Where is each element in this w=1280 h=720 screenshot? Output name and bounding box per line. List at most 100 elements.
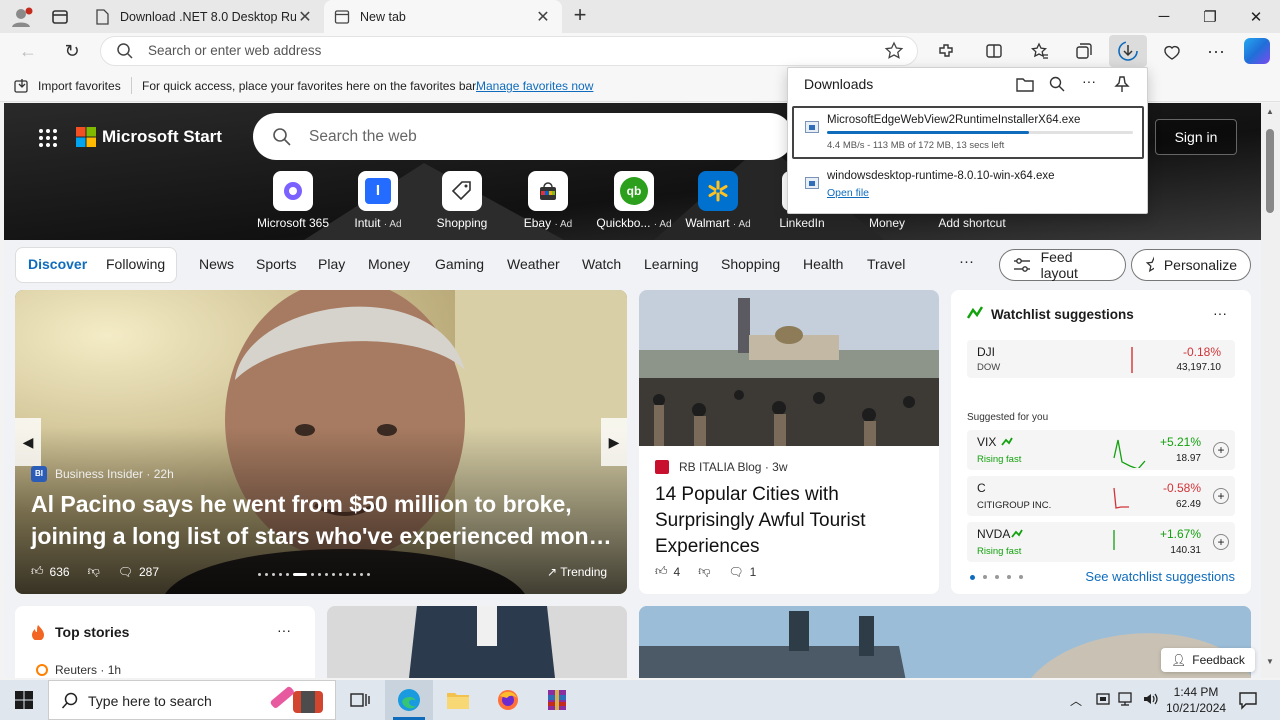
shortcut-intuit[interactable]: I Intuit · Ad xyxy=(338,171,418,230)
extensions-icon[interactable] xyxy=(930,35,962,67)
split-screen-icon[interactable] xyxy=(978,35,1010,67)
tab-health[interactable]: Health xyxy=(803,256,843,272)
shortcut-shopping[interactable]: Shopping xyxy=(422,171,502,230)
page-scrollbar[interactable]: ▲ ▼ xyxy=(1261,103,1280,678)
suggested-label: Suggested for you xyxy=(967,412,1049,423)
firefox-icon[interactable] xyxy=(484,680,532,720)
apps-launcher-icon[interactable] xyxy=(38,128,58,148)
see-watchlist-link[interactable]: See watchlist suggestions xyxy=(1085,569,1235,584)
minimize-icon[interactable]: ─ xyxy=(1141,0,1187,33)
refresh-icon[interactable]: ↻ xyxy=(56,35,88,67)
scroll-up-icon[interactable]: ▲ xyxy=(1266,107,1274,116)
downloads-button[interactable] xyxy=(1109,35,1147,67)
show-hidden-icons-icon[interactable]: ︿ xyxy=(1070,692,1082,709)
tab-sports[interactable]: Sports xyxy=(256,256,296,272)
add-to-watchlist-icon[interactable]: + xyxy=(1213,442,1229,458)
tab-discover[interactable]: Discover xyxy=(28,256,87,272)
task-view-icon[interactable] xyxy=(336,680,384,720)
volume-icon[interactable] xyxy=(1142,691,1160,707)
edge-taskbar-icon[interactable] xyxy=(385,680,433,720)
story-card[interactable] xyxy=(639,606,1251,678)
like-icon[interactable]: 👍︎ xyxy=(655,564,668,579)
taskbar-search-box[interactable]: Type here to search xyxy=(48,680,336,720)
download-item-webview[interactable]: MicrosoftEdgeWebView2RuntimeInstallerX64… xyxy=(792,106,1144,159)
watchlist-row-c[interactable]: C CITIGROUP INC. -0.58% 62.49 + xyxy=(967,476,1235,516)
manage-favorites-link[interactable]: Manage favorites now xyxy=(476,79,593,93)
copilot-icon[interactable] xyxy=(1244,38,1270,64)
open-downloads-folder-icon[interactable] xyxy=(1016,76,1034,92)
tab-news[interactable]: News xyxy=(199,256,234,272)
download-item-runtime[interactable]: windowsdesktop-runtime-8.0.10-win-x64.ex… xyxy=(792,164,1144,208)
file-explorer-icon[interactable] xyxy=(434,680,482,720)
shortcut-microsoft-365[interactable]: Microsoft 365 xyxy=(253,171,333,230)
top-stories-more-icon[interactable]: ··· xyxy=(277,622,291,638)
carousel-next-icon[interactable]: ▶ xyxy=(601,418,627,466)
story-card[interactable]: RB ITALIA Blog · 3w 14 Popular Cities wi… xyxy=(639,290,939,594)
comment-icon[interactable]: 🗨︎ xyxy=(728,565,743,579)
story-card[interactable] xyxy=(327,606,627,678)
hero-story-card[interactable]: ◀ ▶ BI Business Insider · 22h Al Pacino … xyxy=(15,290,627,594)
shortcut-quickbooks[interactable]: qb Quickbo... · Ad xyxy=(594,171,674,230)
shortcut-label: Money xyxy=(868,216,906,230)
back-icon[interactable]: ← xyxy=(12,35,44,67)
search-downloads-icon[interactable] xyxy=(1049,76,1065,92)
top-stories-card: Top stories ··· Reuters · 1h xyxy=(15,606,315,678)
dislike-icon[interactable]: 👎︎ xyxy=(698,564,710,579)
tab-following[interactable]: Following xyxy=(106,256,165,272)
close-tab-icon[interactable]: ✕ xyxy=(534,7,552,27)
restore-icon[interactable]: ❐ xyxy=(1187,0,1233,33)
start-windows-icon[interactable] xyxy=(0,680,48,720)
tab-shopping[interactable]: Shopping xyxy=(721,256,780,272)
watchlist-more-icon[interactable]: ··· xyxy=(1213,305,1227,321)
collections-icon[interactable] xyxy=(1068,35,1100,67)
import-favorites-link[interactable]: Import favorites xyxy=(38,79,121,93)
tab-dotnet-download[interactable]: Download .NET 8.0 Desktop Runtime (v8.0.… xyxy=(84,0,324,33)
more-tabs-icon[interactable]: ··· xyxy=(959,253,974,270)
winrar-icon[interactable] xyxy=(533,680,581,720)
sparkline xyxy=(1131,347,1133,373)
tab-watch[interactable]: Watch xyxy=(582,256,621,272)
downloads-more-icon[interactable]: ··· xyxy=(1082,73,1096,89)
shortcut-ebay[interactable]: Ebay · Ad xyxy=(508,171,588,230)
profile-icon[interactable] xyxy=(8,5,36,29)
favorites-icon[interactable] xyxy=(1024,35,1056,67)
personalize-button[interactable]: Personalize xyxy=(1131,249,1251,281)
feed-layout-button[interactable]: Feed layout xyxy=(999,249,1126,281)
network-icon[interactable] xyxy=(1118,691,1136,707)
tab-actions-icon[interactable] xyxy=(48,6,72,28)
favorite-star-icon[interactable] xyxy=(884,41,904,61)
hero-headline[interactable]: Al Pacino says he went from $50 million … xyxy=(31,488,616,552)
close-tab-icon[interactable]: ✕ xyxy=(296,7,314,27)
add-to-watchlist-icon[interactable]: + xyxy=(1213,534,1229,550)
watchlist-row-dji[interactable]: DJI DOW -0.18% 43,197.10 xyxy=(967,340,1235,378)
dislike-icon[interactable]: 👎︎ xyxy=(88,564,100,579)
add-to-watchlist-icon[interactable]: + xyxy=(1213,488,1229,504)
new-tab-plus-icon[interactable]: + xyxy=(568,4,592,28)
watchlist-row-vix[interactable]: VIX Rising fast +5.21% 18.97 + xyxy=(967,430,1235,470)
pin-icon[interactable] xyxy=(1114,75,1130,93)
scroll-down-icon[interactable]: ▼ xyxy=(1266,657,1274,666)
watchlist-row-nvda[interactable]: NVDA Rising fast +1.67% 140.31 + xyxy=(967,522,1235,562)
shortcut-walmart[interactable]: Walmart · Ad xyxy=(678,171,758,230)
notifications-icon[interactable] xyxy=(1238,690,1258,710)
tab-learning[interactable]: Learning xyxy=(644,256,699,272)
clock[interactable]: 1:44 PM 10/21/2024 xyxy=(1166,684,1226,716)
tab-travel[interactable]: Travel xyxy=(867,256,905,272)
settings-more-icon[interactable]: ··· xyxy=(1200,35,1232,67)
tab-new-tab[interactable]: New tab ✕ xyxy=(324,0,562,33)
window-close-icon[interactable]: ✕ xyxy=(1233,0,1279,33)
feedback-button[interactable]: 👤︎ Feedback xyxy=(1161,648,1255,672)
like-icon[interactable]: 👍︎ xyxy=(31,564,44,579)
comment-icon[interactable]: 🗨︎ xyxy=(118,565,133,579)
tab-play[interactable]: Play xyxy=(318,256,345,272)
browser-essentials-icon[interactable] xyxy=(1156,35,1188,67)
story-headline[interactable]: 14 Popular Cities with Surprisingly Awfu… xyxy=(655,482,925,560)
tab-gaming[interactable]: Gaming xyxy=(435,256,484,272)
scrollbar-thumb[interactable] xyxy=(1266,129,1274,213)
tab-weather[interactable]: Weather xyxy=(507,256,560,272)
open-file-link[interactable]: Open file xyxy=(827,187,869,199)
sign-in-button[interactable]: Sign in xyxy=(1155,119,1237,155)
task-manager-tray-icon[interactable] xyxy=(1095,691,1111,707)
tab-money[interactable]: Money xyxy=(368,256,410,272)
carousel-prev-icon[interactable]: ◀ xyxy=(15,418,41,466)
